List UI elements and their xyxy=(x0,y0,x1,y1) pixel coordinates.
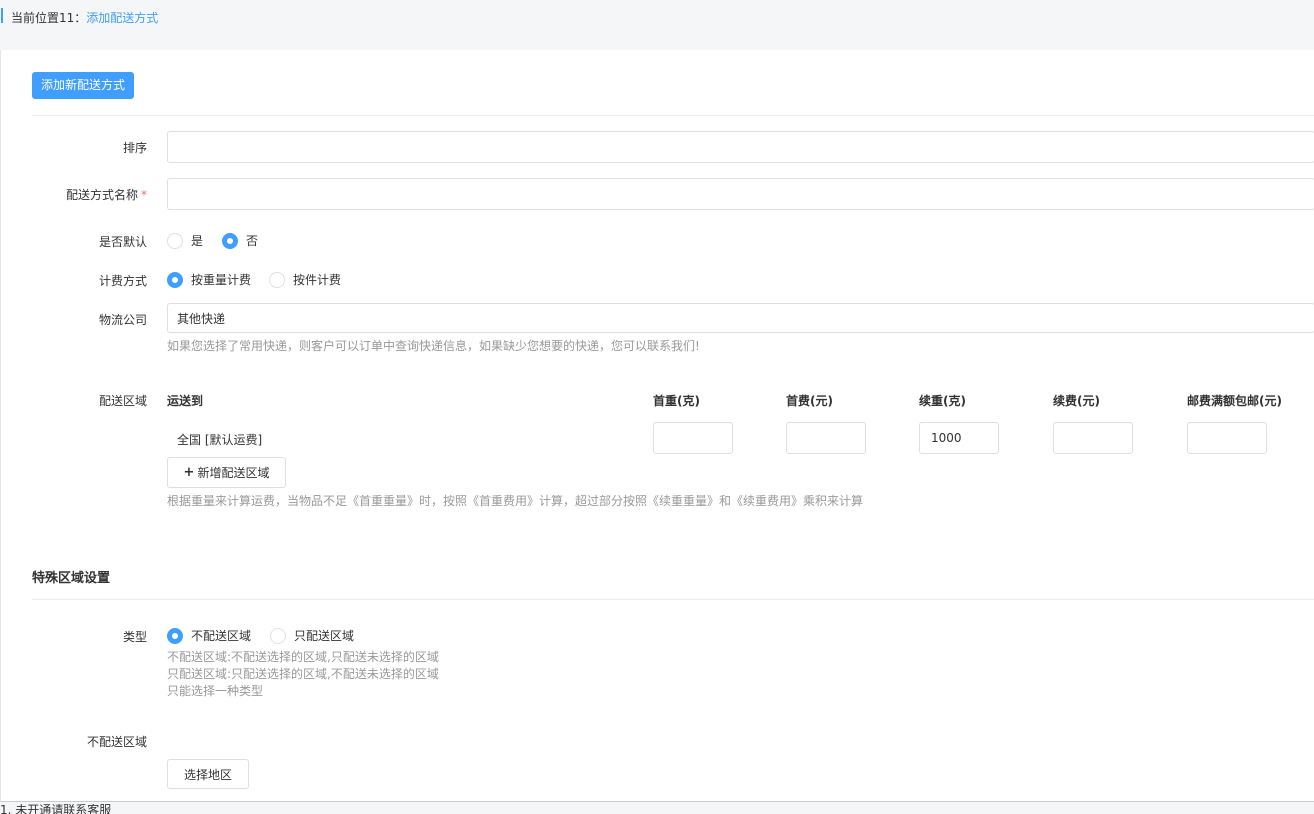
is-default-no-radio[interactable]: 否 xyxy=(222,232,258,249)
name-input[interactable] xyxy=(167,178,1314,210)
footer-note: 1. 未开通请联系客服 xyxy=(0,804,112,814)
plus-icon: + xyxy=(183,465,195,480)
header-destination: 运送到 xyxy=(167,394,204,408)
special-section-title: 特殊区域设置 xyxy=(32,571,111,586)
breadcrumb-current[interactable]: 添加配送方式 xyxy=(86,11,158,25)
name-label: 配送方式名称 * xyxy=(1,186,147,203)
breadcrumb-prefix: 当前位置11： xyxy=(11,11,87,25)
divider xyxy=(32,115,1314,116)
header-first-weight: 首重(克) xyxy=(653,394,700,408)
type-hint-1: 不配送区域:不配送选择的区域,只配送未选择的区域 xyxy=(167,650,439,664)
form-panel: 添加新配送方式 排序 配送方式名称 * 是否默认 是 否 计费方式 按重量计费 按… xyxy=(0,50,1314,802)
name-label-text: 配送方式名称 xyxy=(65,188,138,202)
radio-checked-icon xyxy=(167,627,183,644)
header-extra-weight: 续重(克) xyxy=(919,394,966,408)
sort-label: 排序 xyxy=(122,141,147,155)
radio-label: 只配送区域 xyxy=(294,629,355,643)
billing-weight-radio[interactable]: 按重量计费 xyxy=(167,271,251,288)
type-no-delivery-radio[interactable]: 不配送区域 xyxy=(167,627,251,644)
logistics-hint: 如果您选择了常用快递，则客户可以订单中查询快递信息，如果缺少您想要的快递，您可以… xyxy=(167,339,700,353)
breadcrumb-accent xyxy=(1,8,3,23)
breadcrumb: 当前位置11：添加配送方式 xyxy=(11,9,158,26)
billing-label: 计费方式 xyxy=(98,274,147,288)
no-delivery-label: 不配送区域 xyxy=(86,735,147,749)
type-only-delivery-radio[interactable]: 只配送区域 xyxy=(270,627,354,644)
type-hint-3: 只能选择一种类型 xyxy=(167,684,264,698)
type-label: 类型 xyxy=(122,630,147,644)
radio-label: 按重量计费 xyxy=(191,273,252,287)
add-region-label: 新增配送区域 xyxy=(197,466,270,480)
logistics-label: 物流公司 xyxy=(98,313,147,327)
extra-fee-input[interactable] xyxy=(1053,422,1133,454)
header-first-fee: 首费(元) xyxy=(786,394,833,408)
divider xyxy=(32,599,1314,600)
breadcrumb-bar: 当前位置11：添加配送方式 xyxy=(0,0,1314,50)
free-threshold-input[interactable] xyxy=(1187,422,1267,454)
extra-weight-input[interactable]: 1000 xyxy=(919,422,999,454)
radio-unchecked-icon xyxy=(167,232,183,249)
billing-piece-radio[interactable]: 按件计费 xyxy=(269,271,341,288)
region-label: 配送区域 xyxy=(98,394,147,408)
radio-label: 是 xyxy=(191,234,204,248)
logistics-select[interactable]: 其他快递 xyxy=(167,303,1314,333)
header-extra-fee: 续费(元) xyxy=(1053,394,1100,408)
required-mark: * xyxy=(141,188,147,202)
first-fee-input[interactable] xyxy=(786,422,866,454)
radio-checked-icon xyxy=(167,271,183,288)
first-weight-input[interactable] xyxy=(653,422,733,454)
is-default-yes-radio[interactable]: 是 xyxy=(167,232,203,249)
radio-checked-icon xyxy=(222,232,238,249)
radio-label: 否 xyxy=(246,234,259,248)
add-region-button[interactable]: + 新增配送区域 xyxy=(167,457,286,488)
add-shipping-method-button[interactable]: 添加新配送方式 xyxy=(32,72,134,99)
select-region-button[interactable]: 选择地区 xyxy=(167,759,249,789)
radio-unchecked-icon xyxy=(269,271,285,288)
header-free-threshold: 邮费满额包邮(元) xyxy=(1187,394,1282,408)
radio-unchecked-icon xyxy=(270,627,286,644)
radio-label: 不配送区域 xyxy=(191,629,252,643)
radio-label: 按件计费 xyxy=(293,273,342,287)
sort-input[interactable] xyxy=(167,131,1314,163)
region-area-text: 全国 [默认运费] xyxy=(177,433,263,447)
is-default-label: 是否默认 xyxy=(98,235,147,249)
region-hint: 根据重量来计算运费，当物品不足《首重重量》时，按照《首重费用》计算，超过部分按照… xyxy=(167,494,864,508)
type-hint-2: 只配送区域:只配送选择的区域,不配送未选择的区域 xyxy=(167,667,439,681)
